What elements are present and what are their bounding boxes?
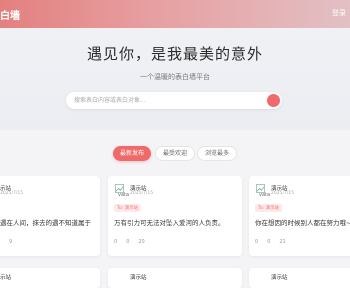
post-content: 你在想因的时候别人都在努力哦~?: [255, 219, 350, 227]
sort-tabs: 最新发布 最受欢迎 浏览最多: [0, 146, 350, 162]
comment-count[interactable]: 0: [114, 239, 117, 245]
post-stats: 0 0 20: [114, 239, 154, 245]
login-link[interactable]: 登录: [332, 8, 346, 18]
search-input[interactable]: [74, 95, 254, 106]
search-button[interactable]: [267, 94, 280, 107]
post-card[interactable]: vata 演示站 2025/7/15 To: 演示站 你在想因的时候别人都在努力…: [249, 176, 350, 256]
avatar-alt-text: vata: [259, 192, 271, 198]
hero-section: 遇见你，是我最美的意外 一个温暖的表白墙平台: [0, 28, 350, 130]
post-card[interactable]: 示站: [0, 268, 100, 288]
recipient-badge: To: 演示站: [114, 204, 142, 212]
post-date: 2025/7/15: [0, 191, 24, 196]
top-nav-bar: 白墙 登录: [0, 0, 350, 28]
post-stats: 0 0 21: [255, 239, 295, 245]
post-stats: 9: [0, 239, 21, 245]
hero-title: 遇见你，是我最美的意外: [86, 45, 263, 63]
search-bar: [66, 92, 282, 109]
post-card[interactable]: vata 演示站 2025/7/15 To: 演示站 万有引力可无法对坠入爱河的…: [108, 176, 242, 256]
comment-count[interactable]: 0: [255, 239, 258, 245]
post-date: 2025/7/15: [130, 191, 154, 196]
tab-most-viewed[interactable]: 浏览最多: [197, 146, 237, 161]
like-count[interactable]: 0: [126, 239, 129, 245]
tab-latest[interactable]: 最新发布: [113, 146, 151, 161]
post-content: 遇在人间，抹去的遇不知道属于: [0, 219, 91, 227]
hero-subtitle: 一个温暖的表白墙平台: [140, 73, 210, 81]
post-card[interactable]: 演示站: [249, 268, 350, 288]
site-logo[interactable]: 白墙: [0, 7, 20, 22]
view-count: 20: [138, 239, 145, 245]
post-content: 万有引力可无法对坠入爱河的人负责。: [114, 219, 225, 227]
like-count[interactable]: 0: [267, 239, 270, 245]
tab-popular[interactable]: 最受欢迎: [155, 146, 195, 161]
view-count: 9: [9, 239, 13, 245]
view-count: 21: [279, 239, 286, 245]
avatar-alt-text: vata: [118, 192, 130, 198]
recipient-badge: To: 演示站: [255, 204, 283, 212]
post-card[interactable]: 示站 2025/7/15 遇在人间，抹去的遇不知道属于 9: [0, 176, 100, 256]
post-date: 2025/7/15: [271, 191, 295, 196]
post-card[interactable]: 演示站: [108, 268, 242, 288]
